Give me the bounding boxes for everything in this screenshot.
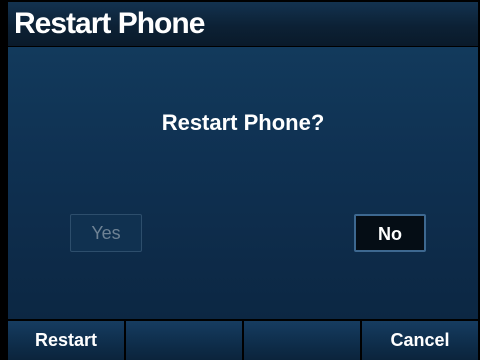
softkey-cancel[interactable]: Cancel	[362, 321, 478, 360]
dialog-panel: Restart Phone? Yes No	[8, 47, 478, 319]
phone-screen: Restart Phone Restart Phone? Yes No Rest…	[0, 0, 480, 360]
softkey-restart[interactable]: Restart	[8, 321, 124, 360]
page-title: Restart Phone	[14, 7, 205, 40]
softkey-empty-3[interactable]	[244, 321, 360, 360]
title-bar: Restart Phone	[8, 2, 478, 46]
softkey-empty-2[interactable]	[126, 321, 242, 360]
no-button[interactable]: No	[354, 214, 426, 252]
softkey-bar: Restart Cancel	[8, 321, 478, 360]
yes-button[interactable]: Yes	[70, 214, 142, 252]
dialog-question: Restart Phone?	[161, 110, 325, 135]
